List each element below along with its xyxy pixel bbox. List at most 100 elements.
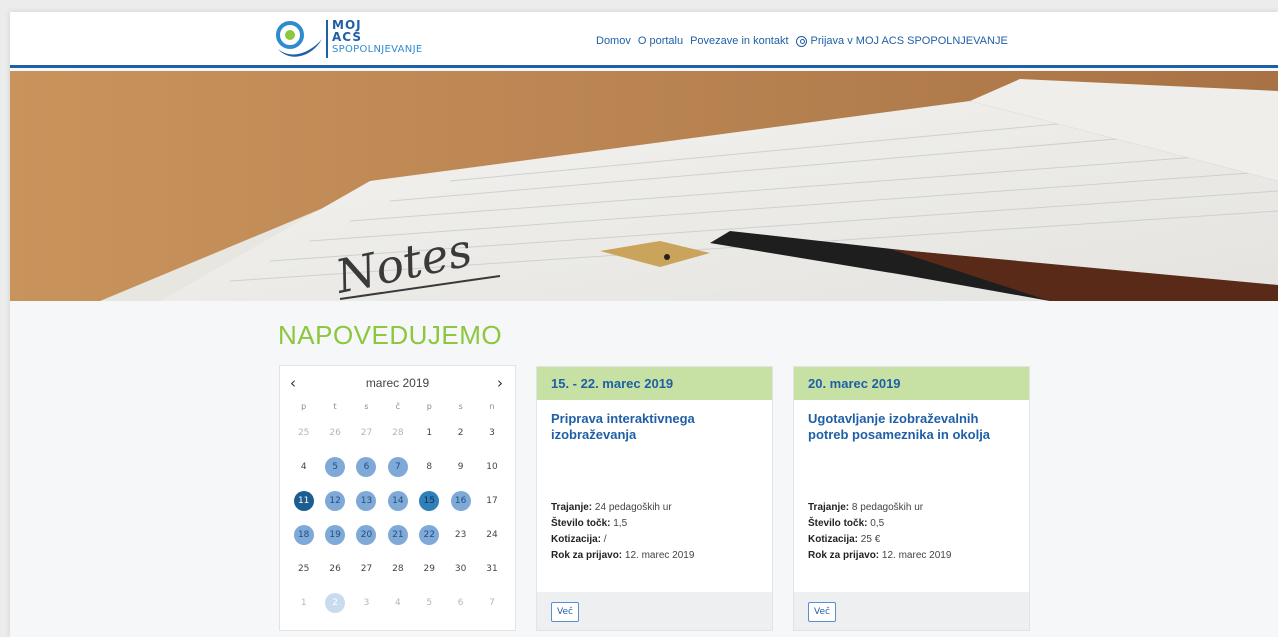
calendar-day[interactable]: 5 bbox=[414, 586, 445, 620]
event-card: 20. marec 2019 Ugotavljanje izobraževaln… bbox=[793, 366, 1030, 631]
calendar-day[interactable]: 28 bbox=[382, 416, 413, 450]
calendar-day-number: 2 bbox=[457, 428, 464, 438]
calendar-day[interactable]: 24 bbox=[476, 518, 507, 552]
calendar-day-number: 5 bbox=[426, 598, 433, 608]
event-title[interactable]: Ugotavljanje izobraževalnih potreb posam… bbox=[808, 411, 1018, 443]
calendar-day-number: 30 bbox=[454, 564, 467, 574]
calendar-day-number: 7 bbox=[489, 598, 495, 608]
calendar-day[interactable]: 13 bbox=[351, 484, 382, 518]
calendar-day[interactable]: 2 bbox=[319, 586, 350, 620]
calendar-day[interactable]: 29 bbox=[414, 552, 445, 586]
calendar-day-number: 10 bbox=[486, 462, 498, 472]
calendar-day[interactable]: 25 bbox=[288, 416, 319, 450]
login-link[interactable]: Prijava v MOJ ACS SPOPOLNJEVANJE bbox=[795, 35, 1008, 47]
calendar-week-row: 11 12 13 14 15 16 17 bbox=[288, 484, 508, 518]
calendar-week-row: 18 19 20 21 22 23 24 bbox=[288, 518, 508, 552]
calendar-day[interactable]: 2 bbox=[445, 416, 476, 450]
site-header: MOJ ACS SPOPOLNJEVANJE Domov O portalu P… bbox=[10, 12, 1278, 68]
detail-value: 1,5 bbox=[613, 518, 628, 529]
detail-label: Trajanje: bbox=[551, 502, 593, 513]
calendar-day-number: 7 bbox=[387, 457, 408, 477]
calendar-day-number: 5 bbox=[325, 457, 346, 477]
event-title[interactable]: Priprava interaktivnega izobraževanja bbox=[551, 411, 761, 443]
detail-value: 24 pedagoških ur bbox=[594, 502, 672, 513]
calendar-day[interactable]: 7 bbox=[476, 586, 507, 620]
detail-points: Število točk: 1,5 bbox=[551, 516, 766, 532]
calendar-day-number: 1 bbox=[300, 598, 307, 608]
detail-label: Število točk: bbox=[551, 518, 611, 529]
detail-value: 12. marec 2019 bbox=[624, 550, 695, 561]
hero-notebook-image: Notes bbox=[10, 71, 1278, 301]
calendar-week-row: 1 2 3 4 5 6 7 bbox=[288, 586, 508, 620]
calendar-day[interactable]: 26 bbox=[319, 416, 350, 450]
calendar-day[interactable]: 3 bbox=[476, 416, 507, 450]
nav-about[interactable]: O portalu bbox=[638, 35, 683, 47]
calendar-day[interactable]: 19 bbox=[319, 518, 350, 552]
more-button[interactable]: Več bbox=[551, 602, 579, 622]
calendar-day[interactable]: 5 bbox=[319, 450, 350, 484]
detail-value: 12. marec 2019 bbox=[881, 550, 952, 561]
calendar-day-number: 15 bbox=[419, 491, 440, 511]
calendar-day[interactable]: 6 bbox=[445, 586, 476, 620]
calendar-day[interactable]: 7 bbox=[382, 450, 413, 484]
nav-links-contact[interactable]: Povezave in kontakt bbox=[690, 35, 788, 47]
calendar-day[interactable]: 14 bbox=[382, 484, 413, 518]
nav-home[interactable]: Domov bbox=[596, 35, 631, 47]
weekday-label: t bbox=[333, 402, 337, 411]
site-logo[interactable]: MOJ ACS SPOPOLNJEVANJE bbox=[276, 18, 456, 64]
calendar-day[interactable]: 6 bbox=[351, 450, 382, 484]
calendar-day-number: 1 bbox=[426, 428, 433, 438]
detail-label: Kotizacija: bbox=[808, 534, 859, 545]
calendar-day[interactable]: 26 bbox=[319, 552, 350, 586]
detail-value: / bbox=[603, 534, 607, 545]
calendar-day-number: 2 bbox=[325, 593, 346, 613]
weekday-label: s bbox=[364, 402, 369, 411]
calendar-day[interactable]: 4 bbox=[382, 586, 413, 620]
calendar-day-number: 11 bbox=[293, 491, 314, 511]
calendar-day[interactable]: 3 bbox=[351, 586, 382, 620]
calendar-next-button[interactable]: › bbox=[497, 374, 503, 392]
event-details: Trajanje: 24 pedagoških ur Število točk:… bbox=[551, 500, 766, 564]
detail-label: Kotizacija: bbox=[551, 534, 602, 545]
calendar-day-number: 18 bbox=[293, 525, 314, 545]
calendar-day[interactable]: 18 bbox=[288, 518, 319, 552]
calendar-day[interactable]: 21 bbox=[382, 518, 413, 552]
logo-text-line3: SPOPOLNJEVANJE bbox=[332, 44, 423, 55]
calendar-day-number: 6 bbox=[457, 598, 464, 608]
calendar-day[interactable]: 27 bbox=[351, 552, 382, 586]
detail-label: Trajanje: bbox=[808, 502, 850, 513]
calendar-day[interactable]: 16 bbox=[445, 484, 476, 518]
calendar-day[interactable]: 23 bbox=[445, 518, 476, 552]
event-calendar: ‹ marec 2019 › p t s č p s n 25 26 27 28 1 2 3… bbox=[279, 365, 516, 631]
calendar-day[interactable]: 1 bbox=[414, 416, 445, 450]
calendar-day[interactable]: 9 bbox=[445, 450, 476, 484]
calendar-day[interactable]: 4 bbox=[288, 450, 319, 484]
calendar-day[interactable]: 1 bbox=[288, 586, 319, 620]
calendar-day[interactable]: 22 bbox=[414, 518, 445, 552]
card-footer: Več bbox=[537, 592, 772, 630]
logo-text-line2: ACS bbox=[332, 30, 362, 44]
calendar-day[interactable]: 11 bbox=[288, 484, 319, 518]
calendar-day[interactable]: 30 bbox=[445, 552, 476, 586]
card-footer: Več bbox=[794, 592, 1029, 630]
calendar-day[interactable]: 8 bbox=[414, 450, 445, 484]
calendar-day-number: 28 bbox=[392, 564, 404, 574]
calendar-day[interactable]: 10 bbox=[476, 450, 507, 484]
calendar-day[interactable]: 28 bbox=[382, 552, 413, 586]
calendar-week-row: 4 5 6 7 8 9 10 bbox=[288, 450, 508, 484]
detail-label: Število točk: bbox=[808, 518, 868, 529]
calendar-day-number: 6 bbox=[356, 457, 377, 477]
more-button[interactable]: Več bbox=[808, 602, 836, 622]
calendar-day[interactable]: 27 bbox=[351, 416, 382, 450]
detail-duration: Trajanje: 24 pedagoških ur bbox=[551, 500, 766, 516]
calendar-day[interactable]: 15 bbox=[414, 484, 445, 518]
calendar-day[interactable]: 25 bbox=[288, 552, 319, 586]
user-icon bbox=[795, 35, 807, 47]
calendar-day[interactable]: 20 bbox=[351, 518, 382, 552]
weekday-label: s bbox=[458, 402, 463, 411]
calendar-day[interactable]: 12 bbox=[319, 484, 350, 518]
detail-value: 0,5 bbox=[870, 518, 885, 529]
calendar-day[interactable]: 17 bbox=[476, 484, 507, 518]
calendar-day[interactable]: 31 bbox=[476, 552, 507, 586]
calendar-day-number: 16 bbox=[450, 491, 471, 511]
